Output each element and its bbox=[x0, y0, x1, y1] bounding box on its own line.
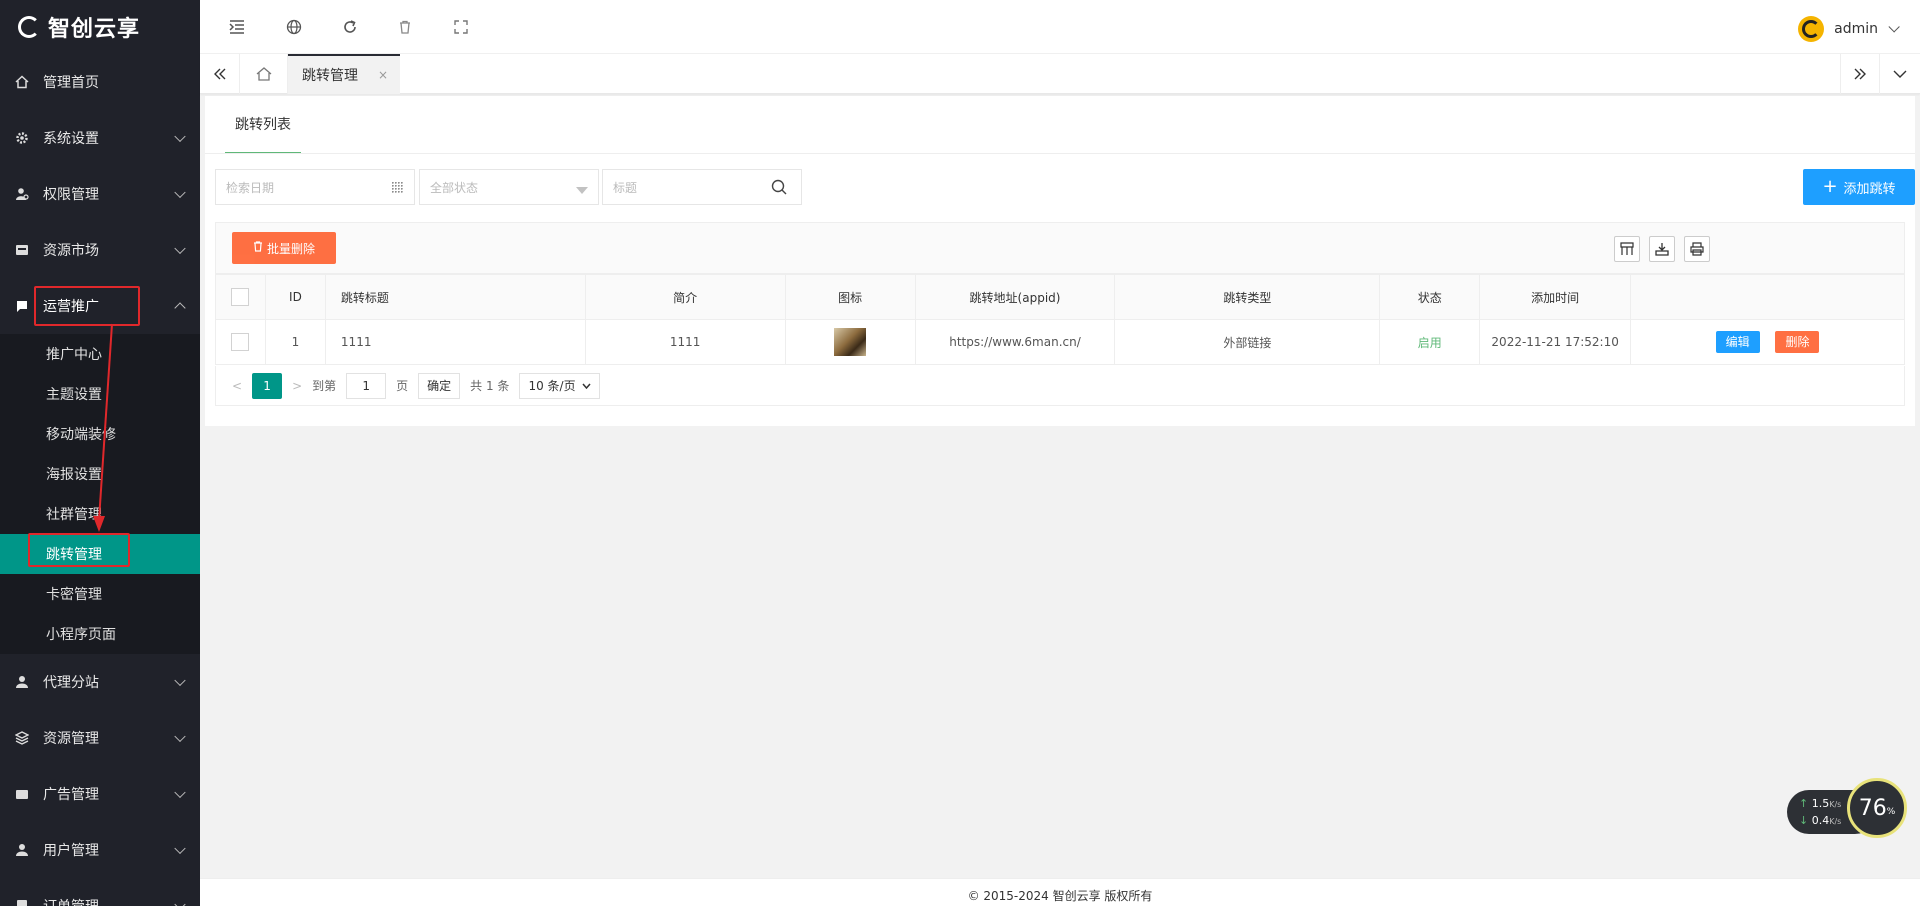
page-current[interactable]: 1 bbox=[252, 372, 283, 399]
cell-id: 1 bbox=[264, 319, 326, 365]
search-icon[interactable] bbox=[771, 179, 787, 198]
select-all-cell bbox=[215, 274, 266, 320]
placeholder: 标题 bbox=[613, 180, 638, 195]
table-header-row: ID 跳转标题 简介 图标 跳转地址(appid) 跳转类型 状态 添加时间 bbox=[215, 274, 1905, 320]
row-checkbox[interactable] bbox=[231, 333, 250, 351]
print-icon[interactable] bbox=[1684, 236, 1710, 262]
goto-prefix: 到第 bbox=[312, 379, 337, 393]
column-header[interactable]: 添加时间 bbox=[1479, 274, 1632, 320]
add-button-label: 添加跳转 bbox=[1843, 181, 1896, 197]
gauge-percent-sign: % bbox=[1886, 807, 1896, 817]
top-header: admin bbox=[200, 0, 1920, 54]
row-select-cell bbox=[215, 319, 266, 365]
cell-time: 2022-11-21 17:52:10 bbox=[1479, 319, 1632, 365]
refresh-icon[interactable] bbox=[341, 18, 359, 36]
tabs-scroll-left-icon[interactable] bbox=[200, 54, 240, 94]
close-icon[interactable]: × bbox=[378, 68, 388, 82]
network-speed-widget[interactable]: ↑ 1.5K/s ↓ 0.4K/s 76% bbox=[1787, 778, 1907, 838]
next-page-icon[interactable]: > bbox=[292, 379, 302, 393]
footer: © 2015-2024 智创云享 版权所有 bbox=[200, 878, 1920, 906]
column-header[interactable]: ID bbox=[264, 274, 326, 320]
main-card: 跳转列表 检索日期 全部状态 标题 + 添加跳转 批量删除 ID 跳转标题 简介 bbox=[205, 96, 1915, 426]
pagination: < 1 > 到第 1 页 确定 共 1 条 10 条/页 bbox=[215, 366, 1905, 406]
placeholder: 检索日期 bbox=[226, 180, 275, 195]
per-page-select[interactable]: 10 条/页 bbox=[519, 372, 600, 399]
copyright: © 2015-2024 智创云享 版权所有 bbox=[967, 889, 1153, 903]
thumbnail-image[interactable] bbox=[834, 328, 867, 356]
tab-redirect-manage[interactable]: 跳转管理 × bbox=[288, 54, 400, 94]
menu-collapse-icon[interactable] bbox=[228, 18, 246, 36]
home-tab-icon[interactable] bbox=[240, 54, 288, 94]
cell-type: 外部链接 bbox=[1114, 319, 1381, 365]
tab-redirect-list[interactable]: 跳转列表 bbox=[225, 96, 301, 154]
title-search-input[interactable]: 标题 bbox=[602, 169, 802, 205]
goto-confirm-button[interactable]: 确定 bbox=[418, 372, 461, 399]
cell-intro: 1111 bbox=[584, 319, 786, 365]
calendar-icon bbox=[390, 180, 404, 197]
cell-url: https://www.6man.cn/ bbox=[914, 319, 1116, 365]
status-select[interactable]: 全部状态 bbox=[419, 169, 599, 205]
triangle-down-icon bbox=[576, 184, 588, 198]
page-tabs-bar: 跳转管理 × bbox=[200, 54, 1920, 94]
total-count: 共 1 条 bbox=[470, 379, 510, 393]
edit-button[interactable]: 编辑 bbox=[1715, 331, 1760, 353]
tabs-menu-chevron-icon[interactable] bbox=[1880, 54, 1920, 94]
column-header[interactable]: 跳转标题 bbox=[324, 274, 586, 320]
divider bbox=[205, 153, 1915, 154]
table-toolbar: 批量删除 bbox=[215, 222, 1905, 274]
column-header[interactable]: 状态 bbox=[1379, 274, 1481, 320]
date-filter-input[interactable]: 检索日期 bbox=[215, 169, 415, 205]
trash-icon bbox=[253, 241, 263, 255]
user-menu[interactable]: admin bbox=[1798, 16, 1900, 42]
per-page-value: 10 条/页 bbox=[528, 379, 576, 393]
cell-actions: 编辑 删除 bbox=[1630, 319, 1905, 365]
username: admin bbox=[1834, 21, 1878, 37]
chevron-down-icon bbox=[1888, 21, 1900, 33]
batch-delete-button[interactable]: 批量删除 bbox=[232, 232, 336, 264]
goto-suffix: 页 bbox=[396, 379, 409, 393]
cell-status: 启用 bbox=[1379, 319, 1481, 365]
cell-title: 1111 bbox=[324, 319, 586, 365]
trash-icon[interactable] bbox=[396, 18, 414, 36]
column-header[interactable]: 跳转类型 bbox=[1114, 274, 1381, 320]
delete-button[interactable]: 删除 bbox=[1775, 331, 1820, 353]
columns-filter-icon[interactable] bbox=[1614, 236, 1640, 262]
add-redirect-button[interactable]: + 添加跳转 bbox=[1803, 169, 1915, 205]
goto-page-input[interactable]: 1 bbox=[346, 372, 387, 399]
column-header[interactable]: 跳转地址(appid) bbox=[914, 274, 1116, 320]
column-header[interactable]: 图标 bbox=[784, 274, 916, 320]
select-all-checkbox[interactable] bbox=[231, 288, 250, 306]
globe-icon[interactable] bbox=[285, 18, 303, 36]
annotation-arrow bbox=[93, 323, 113, 532]
memory-gauge: 76% bbox=[1847, 778, 1907, 838]
table-row: 1 1111 1111 https://www.6man.cn/ 外部链接 启用… bbox=[215, 319, 1905, 365]
placeholder: 全部状态 bbox=[430, 180, 479, 195]
column-header-actions bbox=[1630, 274, 1905, 320]
column-header[interactable]: 简介 bbox=[584, 274, 786, 320]
tabs-scroll-right-icon[interactable] bbox=[1840, 54, 1880, 94]
cell-icon bbox=[784, 319, 916, 365]
plus-icon: + bbox=[1822, 176, 1838, 197]
redirect-table: ID 跳转标题 简介 图标 跳转地址(appid) 跳转类型 状态 添加时间 1… bbox=[215, 274, 1905, 365]
export-icon[interactable] bbox=[1649, 236, 1675, 262]
tab-label: 跳转管理 bbox=[302, 68, 358, 84]
chevron-down-icon bbox=[582, 383, 591, 389]
batch-delete-label: 批量删除 bbox=[266, 241, 315, 256]
fullscreen-icon[interactable] bbox=[452, 18, 470, 36]
prev-page-icon[interactable]: < bbox=[232, 379, 242, 393]
avatar bbox=[1798, 16, 1825, 42]
gauge-percent: 76 bbox=[1858, 795, 1887, 821]
